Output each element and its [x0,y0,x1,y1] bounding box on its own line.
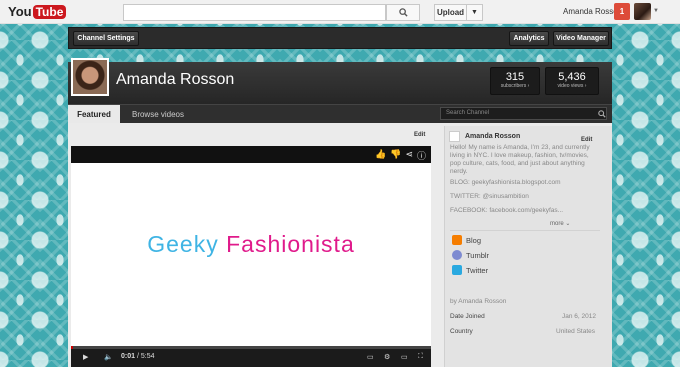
country-value: United States [556,328,596,335]
subscribers-label: subscribers › [500,83,530,89]
link-twitter[interactable]: Twitter [452,265,488,275]
country-label: Country [450,328,473,335]
sidebar-channel-name[interactable]: Amanda Rosson [465,133,520,140]
channel-avatar [71,58,109,96]
masthead: You Tube Upload ▼ Amanda Rosson 1 ▼ [0,0,680,24]
avatar[interactable] [634,3,651,20]
about-text: Hello! My name is Amanda, I'm 23, and cu… [450,144,590,175]
share-icon[interactable]: ⋖ [405,149,413,162]
date-joined-value: Jan 6, 2012 [562,313,596,320]
channel-name: Amanda Rosson [116,71,235,88]
volume-icon[interactable]: 🔈 [104,353,113,361]
edit-about-button[interactable]: Edit [581,137,592,143]
time-current: 0:01 [121,353,136,360]
blogger-icon [452,235,462,245]
thumbs-up-icon[interactable]: 👍 [375,149,386,162]
analytics-button[interactable]: Analytics [509,31,549,46]
theater-icon[interactable]: ▭ [401,353,408,361]
channel-header: Amanda Rosson 315 subscribers › 5,436 vi… [68,58,612,104]
chevron-down-icon[interactable]: ▼ [653,8,659,14]
upload-button[interactable]: Upload [434,4,467,21]
video-manager-button[interactable]: Video Manager [553,31,609,46]
date-joined-label: Date Joined [450,313,485,320]
player-controls: ▶ 🔈 0:01 / 5:54 ▭ ⚙ ▭ ⛶ [71,349,431,367]
thumbs-down-icon[interactable]: 👎 [390,149,401,162]
subscribers-stat[interactable]: 315 subscribers › [490,67,540,95]
channel-toolbar: Channel Settings Analytics Video Manager [68,27,612,49]
channel-settings-button[interactable]: Channel Settings [73,31,139,46]
link-blog-label: Blog [466,235,482,245]
tumblr-icon [452,250,462,260]
search-button[interactable] [386,4,420,21]
video-title-fashionista: Fashionista [226,231,355,257]
tab-browse-videos[interactable]: Browse videos [124,105,192,124]
link-tumblr-label: Tumblr [466,250,490,260]
twitter-line: TWITTER: @sinusambition [450,193,529,200]
by-line: by Amanda Rosson [450,298,507,305]
tab-featured[interactable]: Featured [68,105,120,124]
logo-text-you: You [8,4,32,19]
blog-line: BLOG: geekyfashionista.blogspot.com [450,179,561,186]
gear-icon[interactable]: ⚙ [384,353,390,361]
info-icon[interactable]: ⓘ [417,149,426,162]
views-count: 5,436 [558,71,586,83]
video-player[interactable]: 👍 👎 ⋖ ⓘ Geeky Fashionista ▶ 🔈 0:01 / 5:5… [71,146,431,367]
more-link[interactable]: more ⌄ [550,220,570,227]
channel-search-input[interactable]: Search Channel [440,107,607,120]
fullscreen-icon[interactable]: ⛶ [418,353,423,361]
chevron-down-icon: ▼ [471,9,478,16]
edit-video-button[interactable]: Edit [414,132,425,138]
views-stat[interactable]: 5,436 video views › [545,67,599,95]
video-title-card: Geeky Fashionista [71,231,431,258]
notification-badge[interactable]: 1 [614,3,630,20]
time-display: 0:01 / 5:54 [121,353,155,360]
link-twitter-label: Twitter [466,265,489,275]
divider [450,230,600,231]
search-icon [597,109,606,118]
link-blog[interactable]: Blog [452,235,481,245]
logo-text-tube: Tube [32,4,67,19]
search-icon [398,8,408,17]
time-total: 5:54 [140,353,155,360]
captions-icon[interactable]: ▭ [367,353,374,361]
channel-search-button[interactable] [596,108,607,119]
play-icon[interactable]: ▶ [83,353,88,361]
google-plus-icon [449,131,460,142]
youtube-logo[interactable]: You Tube [8,4,67,19]
facebook-line: FACEBOOK: facebook.com/geekyfas... [450,207,564,214]
video-title-geeky: Geeky [147,231,219,257]
views-label: video views › [557,83,587,89]
twitter-icon [452,265,462,275]
subscribers-count: 315 [505,71,525,83]
search-input[interactable] [123,4,386,21]
link-tumblr[interactable]: Tumblr [452,250,489,260]
upload-menu-button[interactable]: ▼ [467,4,483,21]
player-top-bar: 👍 👎 ⋖ ⓘ [71,146,431,163]
